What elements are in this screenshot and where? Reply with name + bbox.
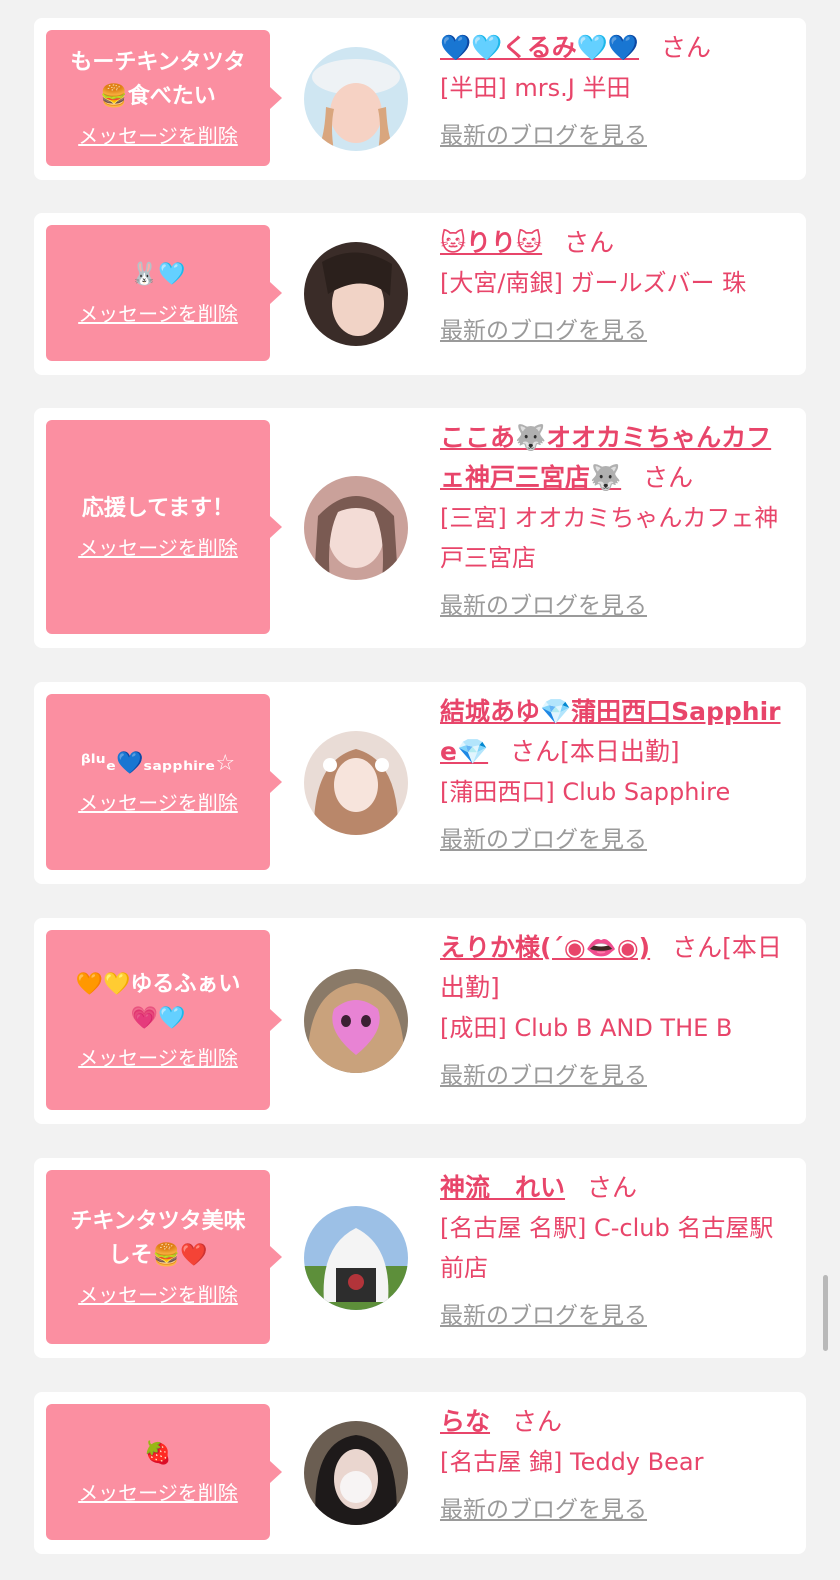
cast-info: 結城あゆ💎蒲田西口Sapphire💎 さん[本日出勤] [蒲田西口] Club S…: [440, 692, 792, 856]
avatar[interactable]: [304, 969, 408, 1073]
cast-name-link[interactable]: ここあ🐺オオカミちゃんカフェ神戸三宮店🐺: [440, 423, 771, 492]
avatar[interactable]: [304, 731, 408, 835]
honorific: さん: [512, 1407, 563, 1436]
list-item: チキンタツタ美味 しそ🍔❤️ メッセージを削除 神流 れい さん [名古屋 名駅]…: [34, 1158, 806, 1358]
scrollbar[interactable]: [823, 1275, 828, 1351]
cast-info: ここあ🐺オオカミちゃんカフェ神戸三宮店🐺 さん [三宮] オオカミちゃんカフェ神戸…: [440, 418, 792, 622]
honorific: さん: [564, 228, 615, 257]
honorific: さん: [510, 737, 561, 766]
shop-name: [成田] Club B AND THE B: [440, 1014, 733, 1042]
shop-name: [名古屋 名駅] C-club 名古屋駅前店: [440, 1214, 774, 1282]
profile-photo-icon: [304, 242, 408, 346]
name-line: 💙🩵くるみ🩵💙 さん: [440, 28, 792, 68]
message-text: ᵝˡᵘₑ💙ₛₐₚₚₕᵢᵣₑ☆: [80, 751, 236, 776]
profile-photo-icon: [304, 969, 408, 1073]
honorific: さん: [643, 463, 694, 492]
delete-message-button[interactable]: メッセージを削除: [78, 534, 238, 562]
message-bubble: 🍓 メッセージを削除: [46, 1404, 282, 1540]
cast-name-link[interactable]: 神流 れい: [440, 1173, 565, 1202]
profile-photo-icon: [304, 1421, 408, 1525]
shop-name: [名古屋 錦] Teddy Bear: [440, 1448, 704, 1476]
list-item: もーチキンタツタ 🍔食べたい メッセージを削除 💙🩵くるみ🩵💙 さん [半田] m…: [34, 18, 806, 180]
message-text: 🐰🩵: [130, 262, 186, 287]
shop-name: [蒲田西口] Club Sapphire: [440, 778, 731, 806]
name-line: 🐱りり🐱 さん: [440, 223, 792, 263]
name-line: 神流 れい さん: [440, 1168, 792, 1208]
delete-message-button[interactable]: メッセージを削除: [78, 300, 238, 328]
list-item: 🐰🩵 メッセージを削除 🐱りり🐱 さん [大宮/南銀] ガールズバー 珠 最新のブ…: [34, 213, 806, 375]
message-text: 応援してます！: [81, 496, 235, 521]
message-text: 🍓: [144, 1441, 172, 1466]
latest-blog-link[interactable]: 最新のブログを見る: [440, 1060, 647, 1092]
cast-info: えりか様(´◉👄◉) さん[本日出勤] [成田] Club B AND THE B…: [440, 928, 792, 1092]
list-item: 🧡💛ゆるふぁい 💗🩵 メッセージを削除 えりか様(´◉👄◉) さん[本日出勤] […: [34, 918, 806, 1124]
message-bubble: もーチキンタツタ 🍔食べたい メッセージを削除: [46, 30, 282, 166]
latest-blog-link[interactable]: 最新のブログを見る: [440, 120, 647, 152]
list-item: 応援してます！ メッセージを削除 ここあ🐺オオカミちゃんカフェ神戸三宮店🐺 さん …: [34, 408, 806, 648]
profile-photo-icon: [304, 1206, 408, 1310]
latest-blog-link[interactable]: 最新のブログを見る: [440, 1300, 647, 1332]
shop-name: [半田] mrs.J 半田: [440, 74, 631, 102]
message-bubble: 🧡💛ゆるふぁい 💗🩵 メッセージを削除: [46, 930, 282, 1110]
cast-info: 神流 れい さん [名古屋 名駅] C-club 名古屋駅前店 最新のブログを見る: [440, 1168, 792, 1332]
avatar[interactable]: [304, 1206, 408, 1310]
profile-photo-icon: [304, 476, 408, 580]
cast-name-link[interactable]: 🐱りり🐱: [440, 228, 542, 257]
avatar[interactable]: [304, 242, 408, 346]
message-text: チキンタツタ美味 しそ🍔❤️: [70, 1209, 246, 1268]
name-line: 結城あゆ💎蒲田西口Sapphire💎 さん[本日出勤]: [440, 692, 792, 772]
delete-message-button[interactable]: メッセージを削除: [78, 1479, 238, 1507]
list-item: ᵝˡᵘₑ💙ₛₐₚₚₕᵢᵣₑ☆ メッセージを削除 結城あゆ💎蒲田西口Sapphir…: [34, 682, 806, 884]
list-item: 🍓 メッセージを削除 らな さん [名古屋 錦] Teddy Bear 最新のブロ…: [34, 1392, 806, 1554]
message-bubble: チキンタツタ美味 しそ🍔❤️ メッセージを削除: [46, 1170, 282, 1344]
message-text: もーチキンタツタ 🍔食べたい: [70, 50, 246, 109]
status-badge: [本日出勤]: [560, 737, 680, 766]
honorific: さん: [587, 1173, 638, 1202]
delete-message-button[interactable]: メッセージを削除: [78, 1281, 238, 1309]
honorific: さん: [661, 33, 712, 62]
cast-info: 🐱りり🐱 さん [大宮/南銀] ガールズバー 珠 最新のブログを見る: [440, 223, 792, 347]
avatar[interactable]: [304, 476, 408, 580]
avatar[interactable]: [304, 47, 408, 151]
latest-blog-link[interactable]: 最新のブログを見る: [440, 1494, 647, 1526]
cast-info: 💙🩵くるみ🩵💙 さん [半田] mrs.J 半田 最新のブログを見る: [440, 28, 792, 152]
latest-blog-link[interactable]: 最新のブログを見る: [440, 824, 647, 856]
delete-message-button[interactable]: メッセージを削除: [78, 122, 238, 150]
cast-name-link[interactable]: らな: [440, 1407, 490, 1436]
favorites-message-list: もーチキンタツタ 🍔食べたい メッセージを削除 💙🩵くるみ🩵💙 さん [半田] m…: [0, 0, 840, 1580]
delete-message-button[interactable]: メッセージを削除: [78, 789, 238, 817]
latest-blog-link[interactable]: 最新のブログを見る: [440, 315, 647, 347]
latest-blog-link[interactable]: 最新のブログを見る: [440, 590, 647, 622]
profile-photo-icon: [304, 47, 408, 151]
avatar[interactable]: [304, 1421, 408, 1525]
name-line: ここあ🐺オオカミちゃんカフェ神戸三宮店🐺 さん: [440, 418, 792, 498]
name-line: らな さん: [440, 1402, 792, 1442]
name-line: えりか様(´◉👄◉) さん[本日出勤]: [440, 928, 792, 1008]
cast-name-link[interactable]: 💙🩵くるみ🩵💙: [440, 33, 639, 62]
honorific: さん: [672, 933, 723, 962]
shop-name: [大宮/南銀] ガールズバー 珠: [440, 269, 747, 297]
delete-message-button[interactable]: メッセージを削除: [78, 1044, 238, 1072]
message-bubble: ᵝˡᵘₑ💙ₛₐₚₚₕᵢᵣₑ☆ メッセージを削除: [46, 694, 282, 870]
cast-name-link[interactable]: えりか様(´◉👄◉): [440, 933, 650, 962]
message-text: 🧡💛ゆるふぁい 💗🩵: [75, 972, 241, 1031]
cast-info: らな さん [名古屋 錦] Teddy Bear 最新のブログを見る: [440, 1402, 792, 1526]
shop-name: [三宮] オオカミちゃんカフェ神戸三宮店: [440, 504, 779, 572]
profile-photo-icon: [304, 731, 408, 835]
message-bubble: 🐰🩵 メッセージを削除: [46, 225, 282, 361]
message-bubble: 応援してます！ メッセージを削除: [46, 420, 282, 634]
